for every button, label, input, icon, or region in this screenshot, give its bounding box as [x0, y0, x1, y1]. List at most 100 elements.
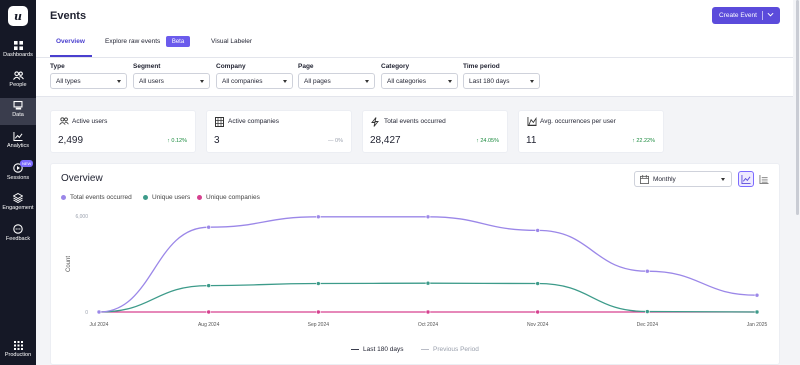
filter-label-type: Type [50, 63, 65, 70]
engagement-icon [13, 193, 23, 203]
stat-trend: — 0% [328, 138, 343, 144]
sidebar-item-engagement[interactable]: Engagement [0, 190, 36, 217]
caret-down-icon [365, 80, 369, 83]
tab-visual-labeler[interactable]: Visual Labeler [211, 38, 252, 45]
data-icon [13, 101, 23, 110]
data-point [535, 309, 540, 315]
sidebar-item-people[interactable]: People [0, 68, 36, 95]
type-select-value: All types [56, 77, 81, 85]
data-point [316, 309, 321, 315]
stat-trend-value: 22.22% [636, 138, 655, 144]
beta-badge: Beta [166, 36, 190, 47]
legend-previous-period[interactable]: Previous Period [421, 346, 479, 353]
stat-trend: ↑ 22.22% [632, 138, 655, 144]
caret-down-icon [530, 80, 534, 83]
y-tick-label: 0 [85, 310, 88, 316]
data-point [316, 281, 321, 286]
legend-line [421, 348, 429, 351]
app-logo[interactable]: u [8, 6, 28, 26]
legend-last-180-days[interactable]: Last 180 days [351, 346, 403, 353]
stat-trend-value: 0% [335, 138, 343, 144]
new-badge: NEW [20, 160, 34, 167]
data-point [645, 268, 650, 274]
stat-value: 11 [526, 135, 537, 146]
sidebar-label: Feedback [5, 236, 31, 242]
lightning-icon [371, 117, 379, 127]
sidebar-item-data[interactable]: Data [0, 98, 36, 125]
sidebar-item-sessions[interactable]: NEW Sessions [0, 160, 36, 187]
filter-label-category: Category [381, 63, 410, 70]
data-point [645, 309, 650, 314]
data-point [206, 224, 211, 230]
stat-value: 2,499 [58, 135, 84, 146]
data-point [535, 228, 540, 233]
data-point [206, 283, 211, 288]
segment-select[interactable]: All users [133, 73, 210, 89]
series-line [98, 282, 758, 313]
data-point [425, 280, 431, 286]
y-axis-label: Count [66, 256, 72, 272]
filter-label-segment: Segment [133, 63, 161, 70]
sidebar-item-feedback[interactable]: Feedback [0, 221, 36, 248]
feedback-icon [13, 224, 23, 234]
data-point [206, 309, 211, 315]
x-tick-label: Oct 2024 [418, 322, 439, 328]
sidebar-label: Analytics [6, 143, 29, 149]
caret-down-icon [117, 80, 121, 83]
type-select[interactable]: All types [50, 73, 127, 89]
overview-chart-card: Overview Monthly Total events occurred U… [50, 163, 780, 365]
page-select-value: All pages [304, 77, 331, 85]
button-divider [762, 11, 763, 20]
stat-trend: ↑ 0.12% [167, 138, 187, 144]
sidebar: u Dashboards People Data Analytics NEW S… [0, 0, 36, 365]
legend-label: Last 180 days [363, 346, 404, 353]
building-icon [215, 117, 224, 127]
x-tick-label: Dec 2024 [637, 322, 659, 328]
sidebar-label: Production [4, 352, 32, 358]
sidebar-item-analytics[interactable]: Analytics [0, 129, 36, 156]
filter-label-time-period: Time period [463, 63, 500, 70]
stat-card-active-users: Active users 2,499 ↑ 0.12% [50, 110, 196, 153]
dashboards-icon [13, 41, 23, 50]
page-select[interactable]: All pages [298, 73, 375, 89]
filter-bar: Type All types Segment All users Company… [36, 58, 800, 97]
company-select[interactable]: All companies [216, 73, 293, 89]
sidebar-label: Sessions [6, 175, 30, 181]
page-header: Events Create Event Overview Explore raw… [36, 0, 800, 58]
time-period-select-value: Last 180 days [469, 77, 510, 85]
create-event-label: Create Event [719, 12, 757, 19]
tab-overview[interactable]: Overview [56, 38, 85, 45]
chevron-down-icon[interactable] [767, 11, 774, 18]
data-point [425, 214, 431, 220]
data-point [754, 292, 760, 298]
data-point [96, 309, 102, 315]
apps-grid-icon [13, 341, 23, 350]
category-select[interactable]: All categories [381, 73, 458, 89]
data-point [316, 214, 321, 220]
category-select-value: All categories [387, 77, 427, 85]
segment-select-value: All users [139, 77, 164, 85]
stat-card-active-companies: Active companies 3 — 0% [206, 110, 352, 153]
create-event-button[interactable]: Create Event [712, 7, 780, 24]
sidebar-label: Engagement [2, 205, 34, 211]
stat-trend: ↑ 24.05% [476, 138, 499, 144]
company-select-value: All companies [222, 77, 263, 85]
data-point [535, 281, 540, 286]
sidebar-item-production[interactable]: Production [0, 338, 36, 365]
stat-title: Total events occurred [384, 118, 446, 125]
page-title: Events [50, 10, 87, 22]
people-icon [12, 71, 24, 80]
legend-label: Previous Period [433, 346, 479, 353]
x-tick-label: Aug 2024 [198, 322, 220, 328]
time-period-select[interactable]: Last 180 days [463, 73, 540, 89]
filter-label-company: Company [216, 63, 246, 70]
data-point [754, 309, 760, 315]
sidebar-label: People [9, 82, 27, 88]
tab-explore-raw-events[interactable]: Explore raw events [105, 38, 160, 45]
caret-down-icon [448, 80, 452, 83]
page-scrollbar-thumb[interactable] [796, 0, 799, 215]
x-tick-label: Jul 2024 [90, 322, 109, 328]
caret-down-icon [200, 80, 204, 83]
stat-value: 3 [214, 135, 220, 146]
sidebar-item-dashboards[interactable]: Dashboards [0, 38, 36, 65]
